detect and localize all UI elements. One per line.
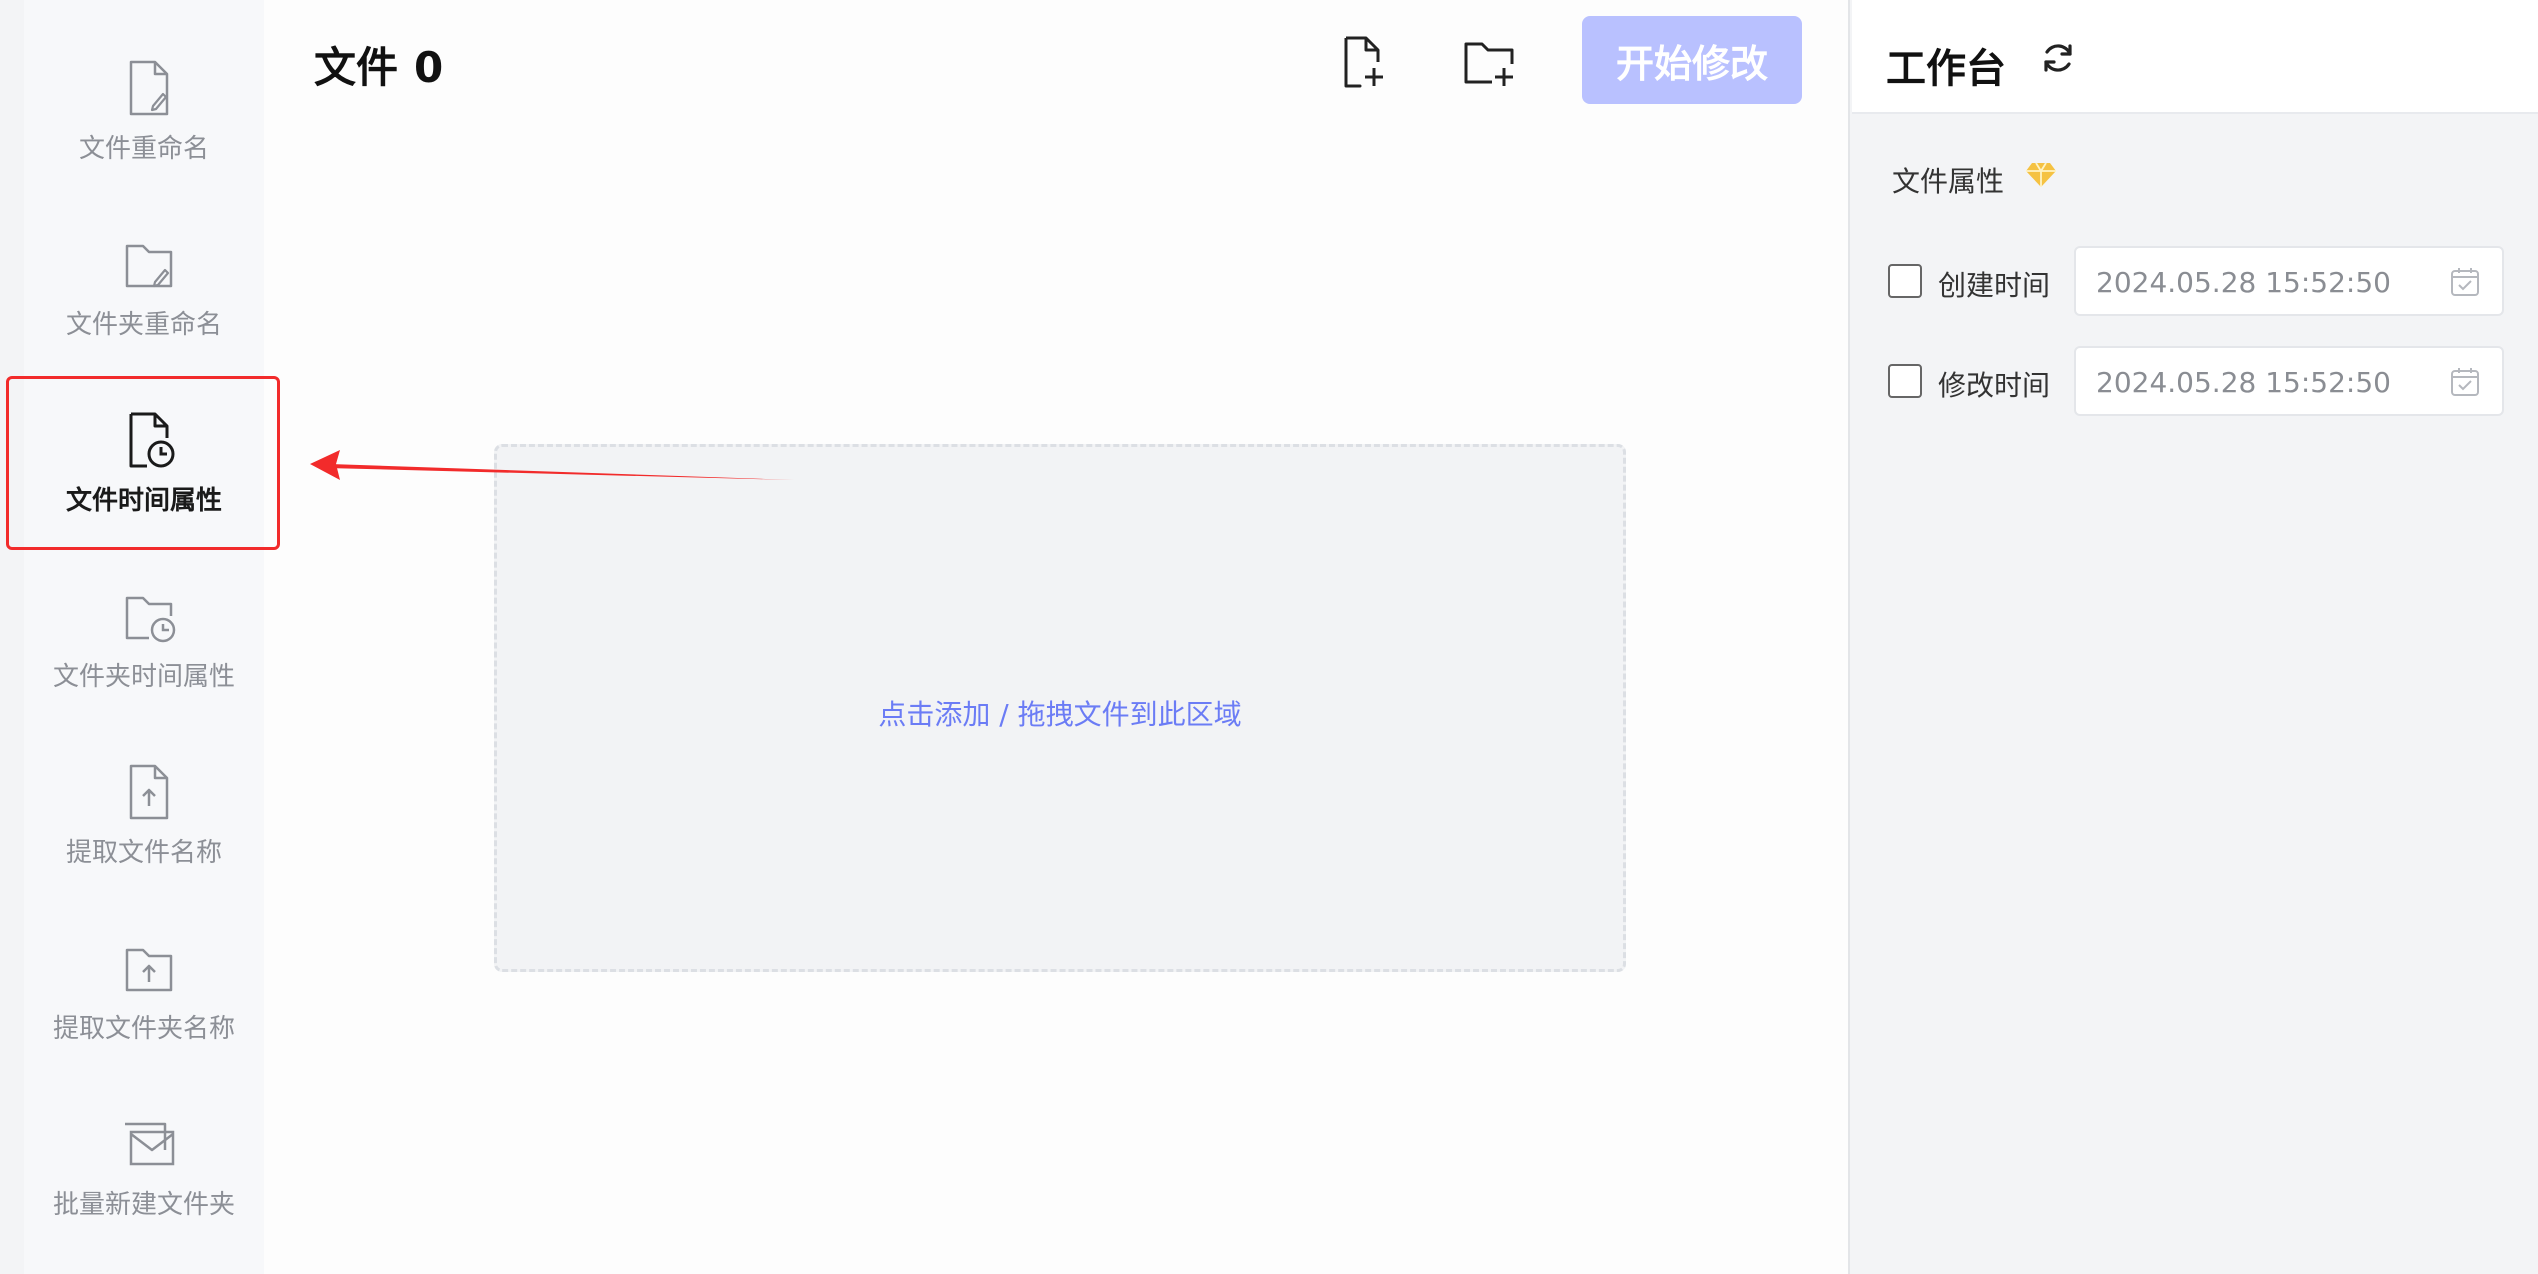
file-attributes-title: 文件属性 [1892,165,2005,198]
sidebar-item-label: 文件夹重命名 [65,310,222,340]
drop-zone-hint: 点击添加 / 拖拽文件到此区域 [878,698,1242,731]
sidebar-item-extract-folder-names[interactable]: 提取文件夹名称 [24,920,264,1070]
folder-stack-icon [125,1122,175,1166]
file-edit-icon [129,60,169,116]
sidebar-item-batch-create-folders[interactable]: 批量新建文件夹 [24,1096,264,1246]
modified-time-label: 修改时间 [1938,369,2051,402]
created-time-checkbox[interactable] [1888,264,1922,298]
folder-edit-icon [125,244,173,288]
calendar-icon[interactable] [2448,365,2482,399]
sidebar-item-label: 提取文件名称 [65,838,222,868]
created-time-value: 2024.05.28 15:52:50 [2096,266,2391,299]
sidebar-item-label: 文件重命名 [78,134,209,164]
created-time-picker[interactable]: 2024.05.28 15:52:50 [2074,246,2504,316]
sidebar-item-folder-time[interactable]: 文件夹时间属性 [24,568,264,718]
file-count: 0 [414,43,444,92]
annotation-arrow [310,450,794,480]
sidebar-item-label: 批量新建文件夹 [52,1190,235,1220]
page-title-text: 文件 [314,43,399,92]
workbench-header: 工作台 [1852,0,2538,114]
sidebar-item-extract-file-names[interactable]: 提取文件名称 [24,744,264,894]
diamond-icon [2026,162,2056,187]
modified-time-value: 2024.05.28 15:52:50 [2096,366,2391,399]
sidebar-item-file-rename[interactable]: 文件重命名 [24,40,264,190]
file-drop-zone[interactable]: 点击添加 / 拖拽文件到此区域 [494,444,1626,972]
file-upload-icon [129,764,169,820]
created-time-row: 创建时间 2024.05.28 15:52:50 [1888,246,2508,316]
modified-time-picker[interactable]: 2024.05.28 15:52:50 [2074,346,2504,416]
app-window: 文件重命名 文件夹重命名 文件时间属性 文件夹时间属性 提取文件名称 提取文件夹… [0,0,2538,1274]
file-add-icon[interactable] [1332,32,1392,92]
main-area: 文件 0 开始修改 点击添加 / 拖拽文件到此区域 [264,0,1850,1274]
sidebar-item-label: 文件夹时间属性 [52,662,235,692]
calendar-icon[interactable] [2448,265,2482,299]
refresh-icon[interactable] [2038,38,2078,78]
modified-time-checkbox[interactable] [1888,364,1922,398]
page-title: 文件 0 [314,34,443,95]
sidebar-item-label: 提取文件夹名称 [52,1014,235,1044]
workbench-title: 工作台 [1886,46,2006,92]
annotation-highlight-box [6,376,280,550]
start-modify-button[interactable]: 开始修改 [1582,16,1802,104]
folder-clock-icon [125,596,176,643]
left-gutter [0,0,24,1274]
workbench-panel: 工作台 文件属性 创建时间 2024.05.28 15:52:50 修改时间 2… [1852,0,2538,1274]
created-time-label: 创建时间 [1938,269,2051,302]
folder-upload-icon [125,948,173,992]
sidebar-item-folder-rename[interactable]: 文件夹重命名 [24,216,264,366]
modified-time-row: 修改时间 2024.05.28 15:52:50 [1888,346,2508,416]
folder-add-icon[interactable] [1460,32,1520,92]
sidebar: 文件重命名 文件夹重命名 文件时间属性 文件夹时间属性 提取文件名称 提取文件夹… [24,0,264,1274]
